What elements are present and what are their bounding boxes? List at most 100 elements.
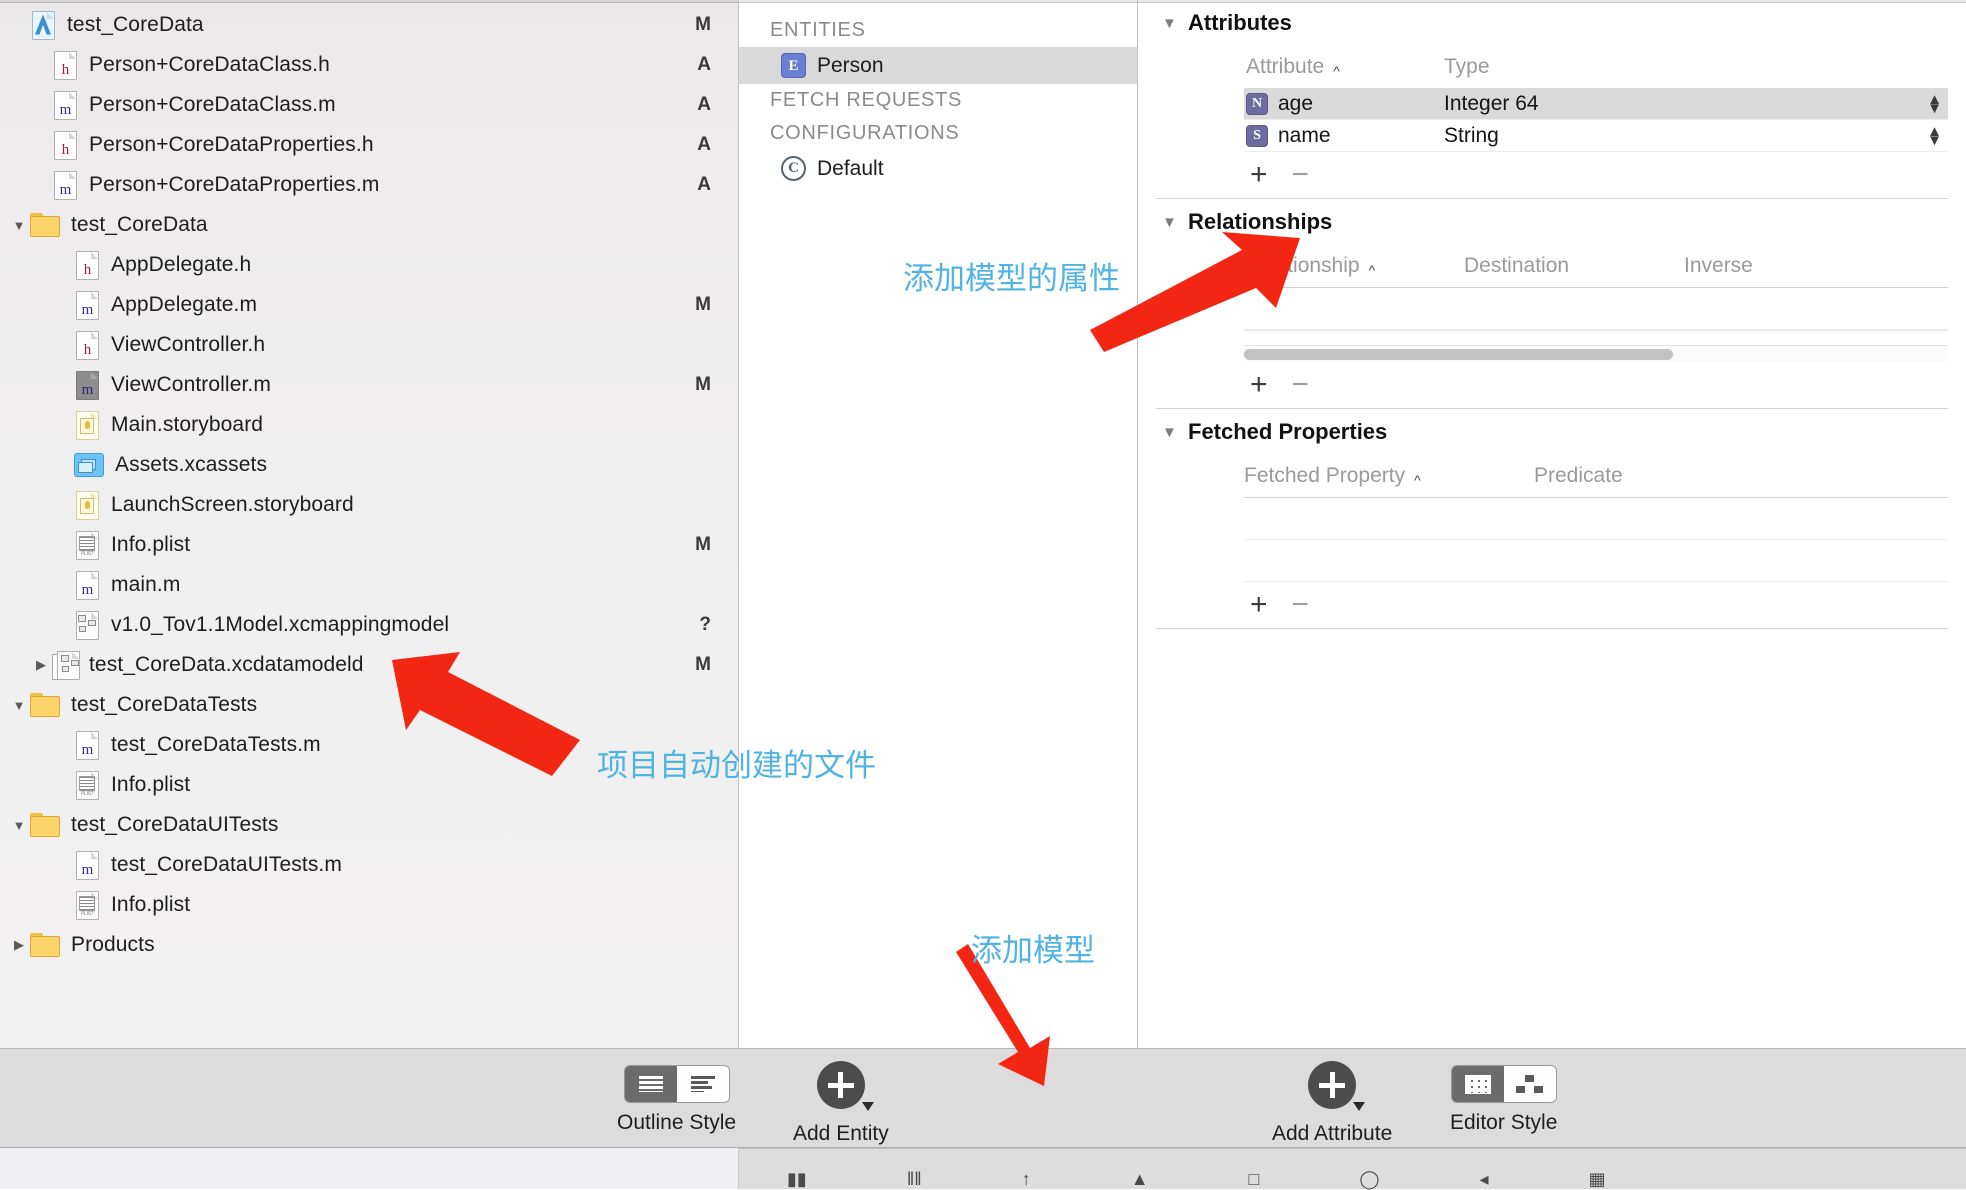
attributes-table[interactable]: Attribute ^ Type Nage Integer 64 ▲ ▼ Sname St… xyxy=(1244,46,1948,152)
outline-item-default[interactable]: C Default xyxy=(739,150,1137,187)
file-inspector-icon[interactable]: ▮▮ xyxy=(787,1169,807,1190)
column-header-destination[interactable]: Destination xyxy=(1464,254,1684,278)
scrollbar-thumb[interactable] xyxy=(1244,348,1674,360)
attributes-add-remove-bar[interactable]: + − xyxy=(1138,152,1966,198)
disclosure-triangle-icon[interactable] xyxy=(8,698,30,713)
plus-circle-icon[interactable] xyxy=(1308,1061,1357,1109)
attribute-type-cell[interactable]: String ▲ ▼ xyxy=(1444,124,1948,148)
relationships-horizontal-scrollbar[interactable] xyxy=(1244,345,1948,362)
add-relationship-plus-button[interactable]: + xyxy=(1250,368,1268,402)
add-entity-control[interactable]: Add Entity xyxy=(793,1061,889,1146)
project-file-row[interactable]: test_CoreData M xyxy=(0,5,738,45)
project-file-row[interactable]: m main.m xyxy=(0,565,738,605)
attributes-inspector-icon[interactable]: ▲ xyxy=(1131,1169,1149,1190)
object-library-icon[interactable]: ◂ xyxy=(1480,1169,1489,1190)
chevron-down-icon[interactable] xyxy=(1162,424,1188,441)
outline-style-segmented-control[interactable] xyxy=(623,1065,730,1103)
remove-attribute-minus-button[interactable]: − xyxy=(1292,158,1310,192)
add-attribute-icon-wrap[interactable] xyxy=(1308,1061,1366,1114)
project-file-row[interactable]: m Person+CoreDataClass.m A xyxy=(0,85,738,125)
model-outline-panel[interactable]: ENTITIES E Person FETCH REQUESTS CONFIGURATI… xyxy=(739,0,1138,1048)
attributes-section-header[interactable]: Attributes xyxy=(1138,0,1966,46)
attribute-row[interactable]: Nage Integer 64 ▲ ▼ xyxy=(1244,88,1948,120)
attribute-name-cell[interactable]: Sname xyxy=(1244,124,1444,148)
outline-groups[interactable]: ENTITIES E Person FETCH REQUESTS CONFIGURATI… xyxy=(739,0,1137,187)
outline-style-control[interactable]: Outline Style xyxy=(617,1065,736,1135)
chevron-down-icon[interactable] xyxy=(1162,15,1188,32)
connections-inspector-icon[interactable]: ◯ xyxy=(1359,1169,1379,1190)
add-attribute-control[interactable]: Add Attribute xyxy=(1272,1061,1392,1146)
project-file-row[interactable]: LaunchScreen.storyboard xyxy=(0,485,738,525)
column-header-attribute[interactable]: Attribute ^ xyxy=(1244,55,1444,79)
relationships-empty-row[interactable] xyxy=(1244,288,1948,330)
column-header-fetched-property[interactable]: Fetched Property ^ xyxy=(1244,464,1534,488)
relationships-add-remove-bar[interactable]: + − xyxy=(1138,362,1966,408)
project-file-list[interactable]: test_CoreData Mh Person+CoreDataClass.h Am P… xyxy=(0,0,738,965)
editor-bottom-toolbar: Outline Style Add Entity Add Attribute E… xyxy=(0,1048,1966,1148)
column-header-relationship[interactable]: Relationship ^ xyxy=(1244,254,1464,278)
editor-style-table-option[interactable] xyxy=(1451,1066,1504,1102)
outline-style-table-option[interactable] xyxy=(624,1066,677,1102)
chevron-down-icon[interactable] xyxy=(861,1102,874,1111)
project-file-row[interactable]: h Person+CoreDataClass.h A xyxy=(0,45,738,85)
project-file-row[interactable]: Products xyxy=(0,925,738,965)
fetched-empty-row-2[interactable] xyxy=(1244,540,1948,582)
quick-help-icon[interactable]: ‖‖ xyxy=(907,1169,922,1190)
size-inspector-icon[interactable]: □ xyxy=(1249,1169,1260,1190)
disclosure-triangle-icon[interactable] xyxy=(8,818,30,833)
attribute-name-cell[interactable]: Nage xyxy=(1244,92,1444,116)
project-navigator[interactable]: test_CoreData Mh Person+CoreDataClass.h Am P… xyxy=(0,0,739,1048)
project-file-row[interactable]: PLIST Info.plist xyxy=(0,885,738,925)
project-file-row[interactable]: test_CoreData.xcdatamodeld M xyxy=(0,645,738,685)
editor-style-graph-option[interactable] xyxy=(1503,1066,1556,1102)
fetched-add-remove-bar[interactable]: + − xyxy=(1138,582,1966,628)
chevron-down-icon[interactable] xyxy=(1162,214,1188,231)
add-entity-icon-wrap[interactable] xyxy=(816,1061,874,1114)
attribute-row[interactable]: Sname String ▲ ▼ xyxy=(1244,120,1948,152)
project-file-row[interactable]: PLIST Info.plist M xyxy=(0,525,738,565)
remove-relationship-minus-button[interactable]: − xyxy=(1292,368,1310,402)
relationships-table[interactable]: Relationship ^ Destination Inverse xyxy=(1244,245,1948,287)
column-header-predicate[interactable]: Predicate xyxy=(1534,464,1948,488)
disclosure-triangle-icon[interactable] xyxy=(30,657,52,673)
fetched-properties-table[interactable]: Fetched Property ^ Predicate xyxy=(1244,455,1948,497)
project-file-row[interactable]: v1.0_Tov1.1Model.xcmappingmodel? xyxy=(0,605,738,645)
project-file-row[interactable]: m AppDelegate.m M xyxy=(0,285,738,325)
project-file-row[interactable]: test_CoreDataUITests xyxy=(0,805,738,845)
disclosure-triangle-icon[interactable] xyxy=(8,937,30,953)
inspector-toolbar-icons[interactable]: ▮▮ ‖‖ ↑ ▲ □ ◯ ◂ ▦ xyxy=(787,1169,1966,1190)
identity-inspector-icon[interactable]: ↑ xyxy=(1022,1169,1031,1190)
model-table-editor[interactable]: Attributes Attribute ^ Type NageInteger … xyxy=(1138,0,1966,1048)
project-file-row[interactable]: h AppDelegate.h xyxy=(0,245,738,285)
inspector-bottom-toolbar[interactable]: ▮▮ ‖‖ ↑ ▲ □ ◯ ◂ ▦ xyxy=(739,1148,1966,1189)
chevron-down-icon[interactable] xyxy=(1353,1102,1366,1111)
column-header-inverse[interactable]: Inverse xyxy=(1684,254,1948,278)
media-library-icon[interactable]: ▦ xyxy=(1589,1169,1606,1190)
type-stepper-icon[interactable]: ▲ ▼ xyxy=(1927,124,1942,148)
outline-style-hierarchy-option[interactable] xyxy=(676,1066,729,1102)
project-file-row[interactable]: m ViewController.m M xyxy=(0,365,738,405)
attributes-rows[interactable]: Nage Integer 64 ▲ ▼ Sname String ▲ ▼ xyxy=(1244,88,1948,152)
remove-fetched-property-minus-button[interactable]: − xyxy=(1292,588,1310,622)
add-attribute-plus-button[interactable]: + xyxy=(1250,158,1268,192)
project-file-row[interactable]: h ViewController.h xyxy=(0,325,738,365)
fetched-empty-row-1[interactable] xyxy=(1244,498,1948,540)
project-file-row[interactable]: test_CoreDataTests xyxy=(0,685,738,725)
fetched-properties-section-header[interactable]: Fetched Properties xyxy=(1138,409,1966,455)
disclosure-triangle-icon[interactable] xyxy=(8,218,30,233)
project-file-row[interactable]: Assets.xcassets xyxy=(0,445,738,485)
project-file-row[interactable]: m Person+CoreDataProperties.m A xyxy=(0,165,738,205)
editor-style-control[interactable]: Editor Style xyxy=(1450,1065,1557,1135)
project-file-row[interactable]: h Person+CoreDataProperties.h A xyxy=(0,125,738,165)
relationships-section-header[interactable]: Relationships xyxy=(1138,199,1966,245)
outline-item-person[interactable]: E Person xyxy=(739,47,1137,84)
project-file-row[interactable]: Main.storyboard xyxy=(0,405,738,445)
plus-circle-icon[interactable] xyxy=(816,1061,865,1109)
editor-style-segmented-control[interactable] xyxy=(1450,1065,1557,1103)
project-file-row[interactable]: m test_CoreDataUITests.m xyxy=(0,845,738,885)
attribute-type-cell[interactable]: Integer 64 ▲ ▼ xyxy=(1444,92,1948,116)
column-header-type[interactable]: Type xyxy=(1444,55,1948,79)
type-stepper-icon[interactable]: ▲ ▼ xyxy=(1927,92,1942,116)
add-fetched-property-plus-button[interactable]: + xyxy=(1250,588,1268,622)
project-file-row[interactable]: test_CoreData xyxy=(0,205,738,245)
